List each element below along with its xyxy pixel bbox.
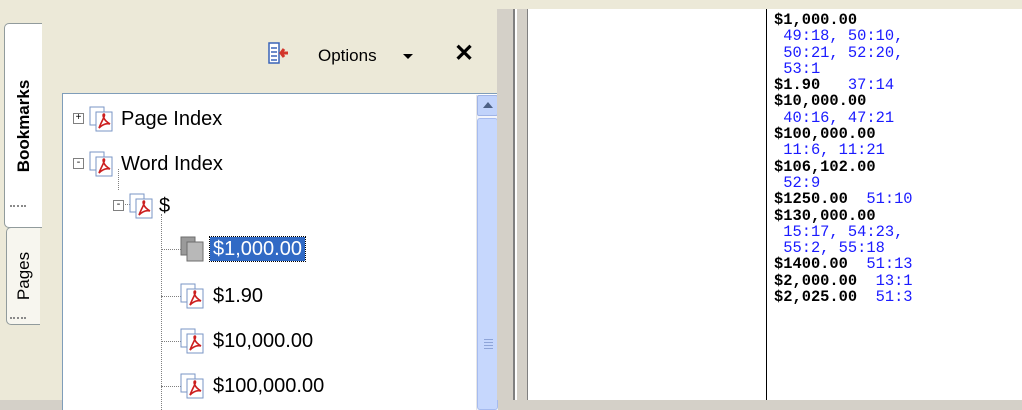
scroll-up-button[interactable]	[477, 95, 498, 116]
tree-connector	[118, 169, 119, 190]
tree-connector	[161, 214, 162, 410]
index-term: $106,102.00	[774, 157, 876, 176]
index-line: $10,000.00	[774, 93, 1022, 109]
pdf-bookmark-icon	[89, 106, 113, 132]
expand-icon[interactable]: +	[73, 113, 84, 124]
index-line: 11:6, 11:21	[774, 142, 1022, 158]
collapse-icon[interactable]: -	[113, 200, 124, 211]
page-line-ref[interactable]: 15:17, 54:23,	[774, 223, 903, 241]
tree-connector	[161, 296, 181, 297]
bookmark-page-index[interactable]: Page Index	[121, 107, 222, 131]
tab-bookmarks[interactable]: Bookmarks	[4, 23, 42, 228]
pdf-bookmark-icon	[129, 193, 153, 219]
navigation-tab-strip: Bookmarks Pages	[0, 9, 43, 400]
pdf-bookmark-icon	[89, 151, 113, 177]
index-line: 55:2, 55:18	[774, 240, 1022, 256]
index-line: $1250.00 51:10	[774, 191, 1022, 207]
index-line: $1,000.00	[774, 12, 1022, 28]
index-term: $1400.00	[774, 255, 848, 274]
index-line: $2,000.00 13:1	[774, 273, 1022, 289]
tab-pages-label: Pages	[13, 251, 33, 301]
index-line: $130,000.00	[774, 206, 1022, 225]
word-index-column: $1,000.00 49:18, 50:10, 50:21, 52:20, 53…	[774, 12, 1022, 305]
page-line-ref[interactable]: 51:13	[848, 255, 912, 273]
index-term: $10,000.00	[774, 92, 867, 111]
index-line: 15:17, 54:23,	[774, 224, 1022, 240]
index-term: $2,025.00	[774, 288, 858, 307]
column-rule	[766, 9, 767, 400]
index-term: $1250.00	[774, 190, 848, 209]
index-line: 49:18, 50:10,	[774, 28, 1022, 44]
index-line: $100,000.00	[774, 126, 1022, 142]
chevron-down-icon[interactable]	[403, 54, 413, 59]
vertical-scrollbar[interactable]	[476, 95, 498, 410]
index-term: $130,000.00	[774, 206, 876, 225]
index-line: 52:9	[774, 175, 1022, 191]
bookmark-1000-selected[interactable]: $1,000.00	[209, 236, 306, 262]
index-line: 40:16, 47:21	[774, 110, 1022, 126]
tab-bookmarks-grip	[10, 205, 26, 207]
page-line-ref[interactable]: 11:6, 11:21	[774, 141, 885, 159]
thumb-grip	[484, 345, 493, 346]
pane-splitter[interactable]	[497, 9, 527, 400]
collapse-icon[interactable]: -	[73, 158, 84, 169]
page-line-ref[interactable]: 53:1	[774, 60, 820, 78]
index-line: $1400.00 51:13	[774, 256, 1022, 272]
index-term: $1.90	[774, 76, 821, 95]
close-icon[interactable]: ✕	[454, 42, 474, 66]
page-line-ref[interactable]: 49:18, 50:10,	[774, 27, 903, 45]
pdf-bookmark-icon	[180, 328, 204, 354]
bookmark-100000[interactable]: $100,000.00	[213, 374, 324, 398]
index-term: $100,000.00	[774, 125, 876, 144]
bookmark-tree[interactable]: + Page Index - Word Index - $ $1,000.00	[62, 93, 498, 410]
bookmark-10000[interactable]: $10,000.00	[213, 329, 313, 353]
blank-bookmark-icon	[180, 236, 204, 262]
index-line: 50:21, 52:20,	[774, 44, 1022, 62]
tab-bookmarks-label: Bookmarks	[13, 79, 33, 172]
page-line-ref[interactable]: 37:14	[820, 76, 894, 94]
index-line: $106,102.00	[774, 159, 1022, 175]
index-line: $1.90 37:14	[774, 77, 1022, 93]
scrollbar-thumb[interactable]	[477, 118, 498, 410]
options-button[interactable]: Options	[318, 46, 377, 66]
options-menu-icon[interactable]	[268, 42, 294, 64]
page-line-ref[interactable]: 55:2, 55:18	[774, 239, 885, 257]
bookmark-1-90[interactable]: $1.90	[213, 284, 263, 308]
page-line-ref[interactable]: 13:1	[857, 272, 913, 290]
thumb-grip	[484, 348, 493, 349]
thumb-grip	[484, 339, 493, 340]
bookmark-word-index[interactable]: Word Index	[121, 152, 223, 176]
document-page-view[interactable]: $1,000.00 49:18, 50:10, 50:21, 52:20, 53…	[527, 9, 1022, 400]
tree-connector	[161, 341, 181, 342]
bookmarks-toolbar: Options ✕	[42, 9, 497, 89]
bookmark-dollar-group[interactable]: $	[159, 194, 170, 218]
tree-connector	[161, 386, 181, 387]
page-line-ref[interactable]: 51:10	[848, 190, 912, 208]
page-line-ref[interactable]: 40:16, 47:21	[774, 109, 894, 127]
pdf-bookmark-icon	[180, 283, 204, 309]
pdf-bookmark-icon	[180, 373, 204, 399]
index-line: 53:1	[774, 61, 1022, 77]
tab-pages[interactable]: Pages	[6, 227, 40, 325]
tab-pages-grip	[10, 317, 26, 319]
index-line: $2,025.00 51:3	[774, 289, 1022, 305]
page-line-ref[interactable]: 51:3	[857, 288, 913, 306]
thumb-grip	[484, 342, 493, 343]
tree-connector	[161, 249, 181, 250]
page-line-ref[interactable]: 50:21, 52:20,	[774, 44, 903, 62]
splitter-highlight	[515, 9, 517, 400]
index-term: $1,000.00	[774, 11, 858, 29]
bookmarks-panel: Options ✕ + Page Index - Word Index - $ …	[42, 9, 498, 410]
index-term: $2,000.00	[774, 271, 858, 290]
page-line-ref[interactable]: 52:9	[774, 174, 820, 192]
